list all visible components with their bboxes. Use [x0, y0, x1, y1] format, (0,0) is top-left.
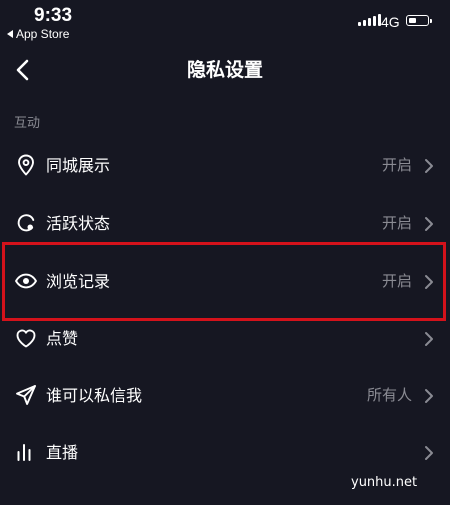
row-label: 同城展示	[46, 156, 111, 175]
back-triangle-icon	[7, 30, 13, 38]
chevron-right-icon	[425, 332, 433, 346]
row-label: 直播	[46, 443, 79, 462]
heart-icon	[16, 329, 36, 348]
network-type: 4G	[381, 14, 400, 30]
status-bar: 9:33 App Store 4G	[0, 0, 450, 44]
signal-strength-icon	[358, 14, 381, 26]
row-browsing-history[interactable]: 浏览记录 开启	[0, 253, 450, 310]
eye-icon	[15, 273, 37, 289]
row-value: 所有人	[366, 386, 412, 404]
row-who-can-message[interactable]: 谁可以私信我 所有人	[0, 367, 450, 424]
chevron-right-icon	[425, 275, 433, 289]
chevron-left-icon	[16, 59, 29, 81]
location-pin-icon	[18, 154, 34, 176]
page-title: 隐私设置	[186, 59, 263, 81]
chevron-right-icon	[425, 159, 433, 173]
row-likes[interactable]: 点赞	[0, 310, 450, 367]
row-nearby-display[interactable]: 同城展示 开启	[0, 137, 450, 194]
row-value: 开启	[381, 156, 412, 174]
battery-cap	[430, 18, 432, 23]
row-live-stream[interactable]: 直播	[0, 424, 450, 481]
section-label-interaction: 互动	[14, 116, 41, 131]
back-to-app-store-link[interactable]: App Store	[7, 27, 69, 41]
row-active-status[interactable]: 活跃状态 开启	[0, 195, 450, 252]
row-value: 开启	[381, 214, 412, 232]
row-label: 谁可以私信我	[46, 386, 143, 405]
back-button[interactable]	[12, 56, 36, 84]
row-label: 浏览记录	[46, 272, 111, 291]
active-status-icon	[17, 214, 35, 232]
status-time: 9:33	[34, 5, 73, 26]
row-label: 点赞	[46, 329, 79, 348]
battery-level	[408, 17, 416, 23]
chevron-right-icon	[425, 389, 433, 403]
live-bars-icon	[17, 444, 31, 461]
send-icon	[16, 385, 36, 405]
row-label: 活跃状态	[46, 214, 111, 233]
battery-icon	[406, 15, 429, 26]
back-app-label: App Store	[16, 27, 70, 41]
privacy-settings-screen: 9:33 App Store 4G 隐私设置 互动 同城展示 开启 活跃状态 开…	[0, 0, 450, 505]
watermark: yunhu.net	[351, 475, 418, 490]
chevron-right-icon	[425, 446, 433, 460]
chevron-right-icon	[425, 217, 433, 231]
row-value: 开启	[381, 272, 412, 290]
